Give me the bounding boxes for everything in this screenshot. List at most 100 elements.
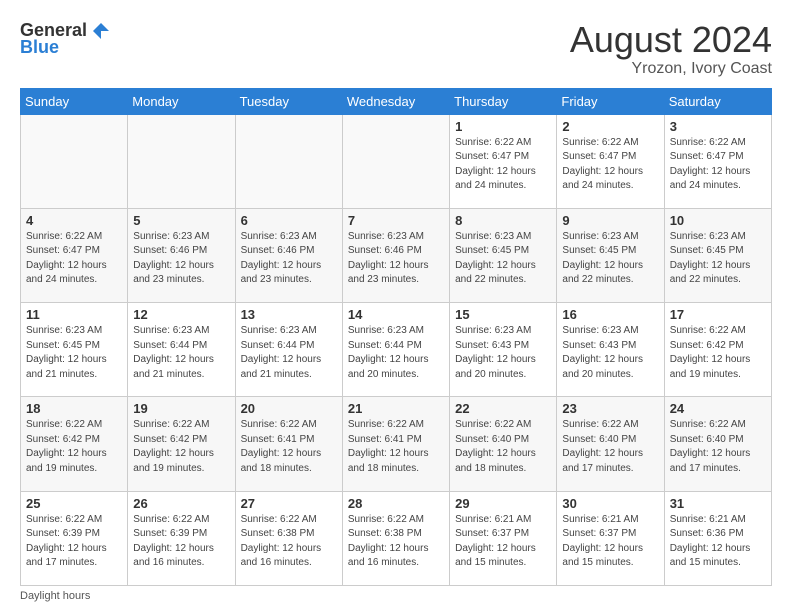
day-info: Sunrise: 6:22 AM Sunset: 6:41 PM Dayligh…	[241, 418, 337, 476]
calendar-cell: 18 Sunrise: 6:22 AM Sunset: 6:42 PM Dayli…	[21, 397, 128, 491]
day-number: 26	[133, 496, 229, 511]
week-row-5: 25 Sunrise: 6:22 AM Sunset: 6:39 PM Dayli…	[21, 491, 772, 585]
day-number: 24	[670, 401, 766, 416]
day-number: 27	[241, 496, 337, 511]
day-info: Sunrise: 6:22 AM Sunset: 6:40 PM Dayligh…	[670, 418, 766, 476]
day-number: 7	[348, 213, 444, 228]
calendar-cell: 5 Sunrise: 6:23 AM Sunset: 6:46 PM Daylig…	[128, 208, 235, 302]
day-number: 14	[348, 307, 444, 322]
day-number: 17	[670, 307, 766, 322]
day-info: Sunrise: 6:22 AM Sunset: 6:42 PM Dayligh…	[133, 418, 229, 476]
day-info: Sunrise: 6:23 AM Sunset: 6:44 PM Dayligh…	[348, 324, 444, 382]
calendar-cell	[128, 114, 235, 208]
calendar-cell: 8 Sunrise: 6:23 AM Sunset: 6:45 PM Daylig…	[450, 208, 557, 302]
day-number: 15	[455, 307, 551, 322]
calendar-cell: 4 Sunrise: 6:22 AM Sunset: 6:47 PM Daylig…	[21, 208, 128, 302]
calendar-cell: 22 Sunrise: 6:22 AM Sunset: 6:40 PM Dayli…	[450, 397, 557, 491]
day-info: Sunrise: 6:23 AM Sunset: 6:46 PM Dayligh…	[241, 230, 337, 288]
day-info: Sunrise: 6:23 AM Sunset: 6:45 PM Dayligh…	[670, 230, 766, 288]
calendar-table: SundayMondayTuesdayWednesdayThursdayFrid…	[20, 88, 772, 586]
day-number: 12	[133, 307, 229, 322]
calendar-cell: 29 Sunrise: 6:21 AM Sunset: 6:37 PM Dayli…	[450, 491, 557, 585]
calendar-cell: 20 Sunrise: 6:22 AM Sunset: 6:41 PM Dayli…	[235, 397, 342, 491]
day-number: 31	[670, 496, 766, 511]
day-number: 21	[348, 401, 444, 416]
day-number: 3	[670, 119, 766, 134]
day-number: 2	[562, 119, 658, 134]
col-header-monday: Monday	[128, 88, 235, 114]
day-info: Sunrise: 6:22 AM Sunset: 6:47 PM Dayligh…	[670, 136, 766, 194]
location: Yrozon, Ivory Coast	[570, 60, 772, 78]
calendar-cell	[21, 114, 128, 208]
footer-note: Daylight hours	[20, 590, 772, 602]
header: General Blue August 2024 Yrozon, Ivory C…	[20, 20, 772, 78]
col-header-tuesday: Tuesday	[235, 88, 342, 114]
calendar-cell: 23Sunrise: 6:22 AM Sunset: 6:40 PM Dayli…	[557, 397, 664, 491]
calendar-cell: 13Sunrise: 6:23 AM Sunset: 6:44 PM Dayli…	[235, 303, 342, 397]
day-info: Sunrise: 6:22 AM Sunset: 6:38 PM Dayligh…	[348, 513, 444, 571]
day-info: Sunrise: 6:23 AM Sunset: 6:43 PM Dayligh…	[455, 324, 551, 382]
day-info: Sunrise: 6:21 AM Sunset: 6:37 PM Dayligh…	[455, 513, 551, 571]
day-number: 11	[26, 307, 122, 322]
calendar-cell: 6 Sunrise: 6:23 AM Sunset: 6:46 PM Daylig…	[235, 208, 342, 302]
day-info: Sunrise: 6:23 AM Sunset: 6:43 PM Dayligh…	[562, 324, 658, 382]
day-info: Sunrise: 6:23 AM Sunset: 6:44 PM Dayligh…	[133, 324, 229, 382]
calendar-cell: 27Sunrise: 6:22 AM Sunset: 6:38 PM Dayli…	[235, 491, 342, 585]
calendar-cell: 24 Sunrise: 6:22 AM Sunset: 6:40 PM Dayli…	[664, 397, 771, 491]
calendar-cell	[235, 114, 342, 208]
daylight-label: Daylight hours	[20, 590, 90, 602]
day-number: 29	[455, 496, 551, 511]
day-number: 13	[241, 307, 337, 322]
day-number: 8	[455, 213, 551, 228]
week-row-1: 1 Sunrise: 6:22 AM Sunset: 6:47 PM Daylig…	[21, 114, 772, 208]
calendar-cell: 30Sunrise: 6:21 AM Sunset: 6:37 PM Dayli…	[557, 491, 664, 585]
day-info: Sunrise: 6:23 AM Sunset: 6:46 PM Dayligh…	[348, 230, 444, 288]
col-header-friday: Friday	[557, 88, 664, 114]
month-year: August 2024	[570, 20, 772, 60]
day-info: Sunrise: 6:22 AM Sunset: 6:47 PM Dayligh…	[562, 136, 658, 194]
day-number: 28	[348, 496, 444, 511]
calendar-cell: 12 Sunrise: 6:23 AM Sunset: 6:44 PM Dayli…	[128, 303, 235, 397]
calendar-cell: 7 Sunrise: 6:23 AM Sunset: 6:46 PM Daylig…	[342, 208, 449, 302]
day-number: 5	[133, 213, 229, 228]
week-row-2: 4 Sunrise: 6:22 AM Sunset: 6:47 PM Daylig…	[21, 208, 772, 302]
day-number: 25	[26, 496, 122, 511]
day-number: 16	[562, 307, 658, 322]
calendar-cell: 31Sunrise: 6:21 AM Sunset: 6:36 PM Dayli…	[664, 491, 771, 585]
col-header-thursday: Thursday	[450, 88, 557, 114]
week-row-4: 18 Sunrise: 6:22 AM Sunset: 6:42 PM Dayli…	[21, 397, 772, 491]
calendar-cell: 25 Sunrise: 6:22 AM Sunset: 6:39 PM Dayli…	[21, 491, 128, 585]
calendar-cell: 1 Sunrise: 6:22 AM Sunset: 6:47 PM Daylig…	[450, 114, 557, 208]
logo-blue: Blue	[20, 37, 59, 58]
calendar-cell: 16 Sunrise: 6:23 AM Sunset: 6:43 PM Dayli…	[557, 303, 664, 397]
day-info: Sunrise: 6:22 AM Sunset: 6:40 PM Dayligh…	[455, 418, 551, 476]
calendar-cell: 14 Sunrise: 6:23 AM Sunset: 6:44 PM Dayli…	[342, 303, 449, 397]
day-info: Sunrise: 6:23 AM Sunset: 6:45 PM Dayligh…	[26, 324, 122, 382]
day-info: Sunrise: 6:23 AM Sunset: 6:46 PM Dayligh…	[133, 230, 229, 288]
week-row-3: 11 Sunrise: 6:23 AM Sunset: 6:45 PM Dayli…	[21, 303, 772, 397]
day-info: Sunrise: 6:22 AM Sunset: 6:39 PM Dayligh…	[133, 513, 229, 571]
calendar-cell	[342, 114, 449, 208]
day-info: Sunrise: 6:22 AM Sunset: 6:39 PM Dayligh…	[26, 513, 122, 571]
calendar-cell: 9Sunrise: 6:23 AM Sunset: 6:45 PM Daylig…	[557, 208, 664, 302]
day-number: 9	[562, 213, 658, 228]
day-info: Sunrise: 6:23 AM Sunset: 6:45 PM Dayligh…	[455, 230, 551, 288]
day-info: Sunrise: 6:22 AM Sunset: 6:42 PM Dayligh…	[670, 324, 766, 382]
day-info: Sunrise: 6:22 AM Sunset: 6:40 PM Dayligh…	[562, 418, 658, 476]
day-info: Sunrise: 6:22 AM Sunset: 6:47 PM Dayligh…	[455, 136, 551, 194]
calendar-cell: 26 Sunrise: 6:22 AM Sunset: 6:39 PM Dayli…	[128, 491, 235, 585]
day-number: 1	[455, 119, 551, 134]
calendar-cell: 2 Sunrise: 6:22 AM Sunset: 6:47 PM Daylig…	[557, 114, 664, 208]
day-number: 20	[241, 401, 337, 416]
day-number: 22	[455, 401, 551, 416]
day-info: Sunrise: 6:22 AM Sunset: 6:42 PM Dayligh…	[26, 418, 122, 476]
title-block: August 2024 Yrozon, Ivory Coast	[570, 20, 772, 78]
day-info: Sunrise: 6:22 AM Sunset: 6:47 PM Dayligh…	[26, 230, 122, 288]
calendar-header-row: SundayMondayTuesdayWednesdayThursdayFrid…	[21, 88, 772, 114]
day-number: 6	[241, 213, 337, 228]
calendar-cell: 11 Sunrise: 6:23 AM Sunset: 6:45 PM Dayli…	[21, 303, 128, 397]
day-number: 4	[26, 213, 122, 228]
day-number: 18	[26, 401, 122, 416]
day-number: 30	[562, 496, 658, 511]
calendar-cell: 10Sunrise: 6:23 AM Sunset: 6:45 PM Dayli…	[664, 208, 771, 302]
